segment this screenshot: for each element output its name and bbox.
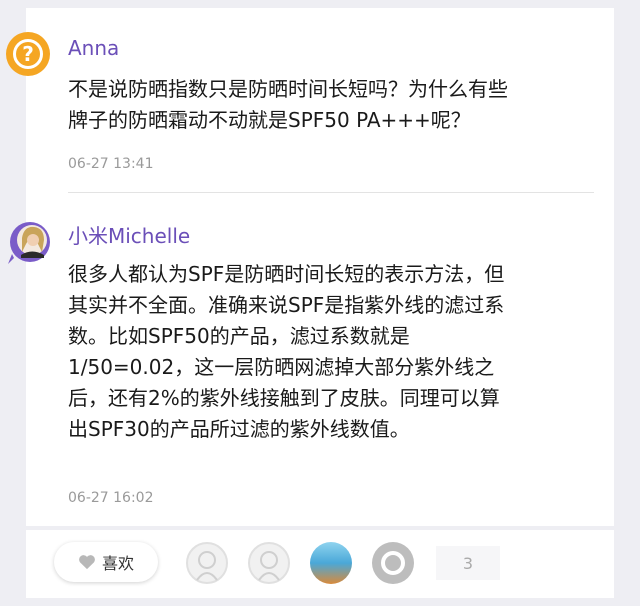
liker-avatar[interactable] bbox=[372, 542, 414, 584]
comment-timestamp: 06-27 16:02 bbox=[68, 490, 154, 506]
user-photo-avatar[interactable] bbox=[4, 218, 52, 266]
comment-divider bbox=[68, 192, 594, 193]
liker-avatar[interactable] bbox=[186, 542, 228, 584]
heart-icon bbox=[79, 555, 95, 570]
like-label: 喜欢 bbox=[101, 554, 134, 573]
default-avatar-icon bbox=[196, 551, 218, 581]
like-bar: 喜欢 3 bbox=[26, 530, 614, 598]
like-button[interactable]: 喜欢 bbox=[54, 542, 158, 582]
question-avatar-icon[interactable]: ? bbox=[6, 32, 50, 76]
comment-timestamp: 06-27 13:41 bbox=[68, 156, 154, 172]
comment-text-line: 1/50=0.02，这一层防晒网滤掉大部分紫外线之 bbox=[68, 355, 495, 379]
comment-text-line: 出SPF30的产品所过滤的紫外线数值。 bbox=[68, 417, 410, 441]
comment-text-line: 不是说防晒指数只是防晒时间长短吗？为什么有些 bbox=[68, 77, 508, 101]
liker-avatar[interactable] bbox=[310, 542, 352, 584]
circle-logo-icon bbox=[381, 551, 405, 575]
comment-text: 很多人都认为SPF是防晒时间长短的表示方法，但 其实并不全面。准确来说SPF是指紫… bbox=[68, 259, 588, 445]
comment-author[interactable]: Anna bbox=[68, 36, 119, 60]
default-avatar-icon bbox=[258, 551, 280, 581]
comment-text-line: 其实并不全面。准确来说SPF是指紫外线的滤过系 bbox=[68, 293, 505, 317]
liker-avatar[interactable] bbox=[248, 542, 290, 584]
comment-text-line: 数。比如SPF50的产品，滤过系数就是 bbox=[68, 324, 410, 348]
comments-card: ? Anna 不是说防晒指数只是防晒时间长短吗？为什么有些 牌子的防晒霜动不动就是… bbox=[6, 8, 614, 526]
comment-text-line: 很多人都认为SPF是防晒时间长短的表示方法，但 bbox=[68, 262, 505, 286]
like-count[interactable]: 3 bbox=[436, 546, 500, 580]
comment-text-line: 牌子的防晒霜动不动就是SPF50 PA+++呢？ bbox=[68, 108, 471, 132]
comment-text-line: 后，还有2%的紫外线接触到了皮肤。同理可以算 bbox=[68, 386, 500, 410]
comment-text: 不是说防晒指数只是防晒时间长短吗？为什么有些 牌子的防晒霜动不动就是SPF50 P… bbox=[68, 74, 588, 136]
comment-author[interactable]: 小米Michelle bbox=[68, 220, 190, 249]
